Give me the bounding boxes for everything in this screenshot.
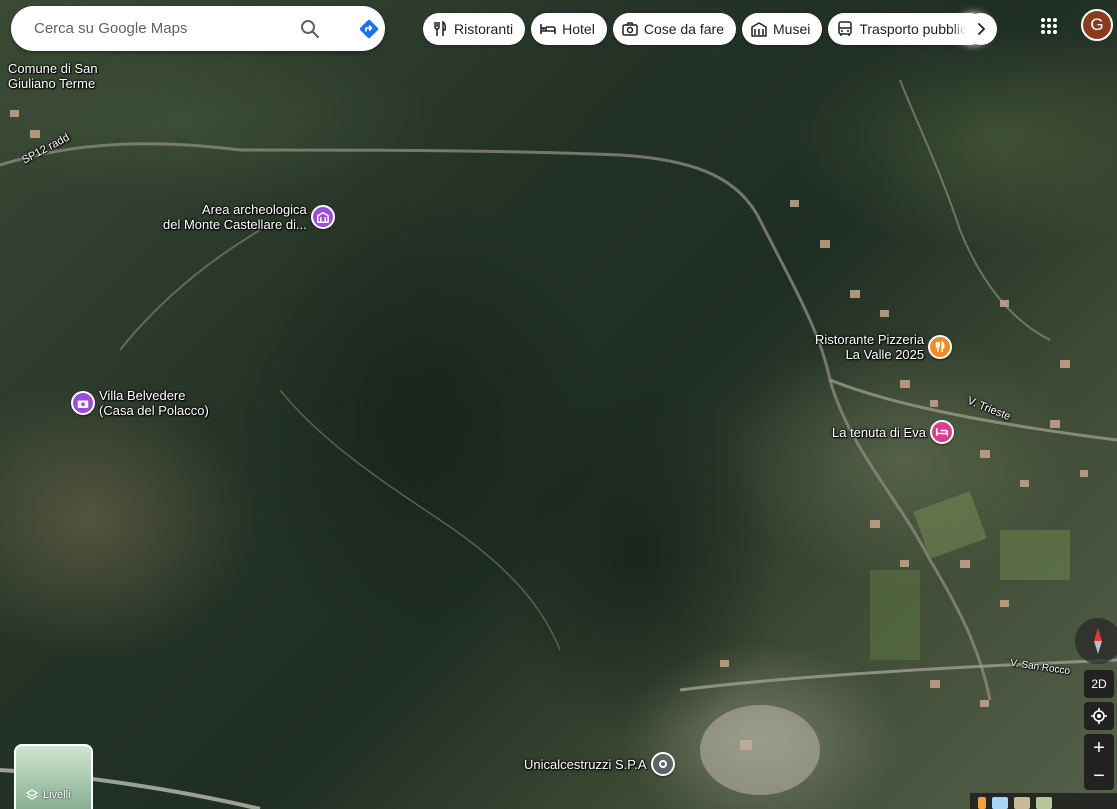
camera-pin-icon[interactable] (71, 391, 95, 415)
map-type-thumb[interactable] (992, 797, 1008, 809)
restaurant-pin-icon[interactable] (928, 335, 953, 359)
map-type-thumb[interactable] (1014, 797, 1030, 809)
place-area-archeologica[interactable]: Area archeologica del Monte Castellare d… (163, 202, 335, 232)
layers-button[interactable]: Livelli (14, 744, 93, 809)
chip-trasporto-pubblico[interactable]: Trasporto pubblico (828, 13, 987, 45)
layers-icon (26, 789, 38, 800)
chevron-right-icon (978, 23, 986, 35)
avatar-initial: G (1090, 15, 1104, 34)
chip-cose-da-fare[interactable]: Cose da fare (612, 13, 736, 45)
place-label: Villa Belvedere (Casa del Polacco) (99, 388, 209, 418)
chip-label: Trasporto pubblico (859, 21, 975, 37)
place-ristorante-la-valle[interactable]: Ristorante Pizzeria La Valle 2025 (815, 332, 953, 362)
fork-knife-icon (432, 21, 448, 37)
camera-icon (622, 21, 638, 37)
apps-grid-icon[interactable] (1036, 13, 1062, 39)
my-location-button[interactable] (1084, 702, 1114, 730)
chip-label: Cose da fare (643, 21, 724, 37)
bed-icon (540, 21, 556, 37)
search-box[interactable] (11, 6, 385, 51)
bottom-toolbar (970, 793, 1117, 809)
place-unicalcestruzzi[interactable]: Unicalcestruzzi S.P.A (524, 752, 675, 776)
view-mode-toggle[interactable]: 2D (1084, 670, 1114, 698)
museum-icon (751, 21, 767, 37)
account-avatar[interactable]: G (1081, 9, 1113, 41)
label-line: Area archeologica (202, 202, 307, 217)
compass-icon[interactable] (1075, 618, 1117, 664)
place-label: Comune di San Giuliano Terme (8, 61, 98, 91)
place-comune-san-giuliano[interactable]: Comune di San Giuliano Terme (8, 61, 98, 91)
search-input[interactable] (34, 20, 284, 37)
map-type-thumb[interactable] (1036, 797, 1052, 809)
place-tenuta-di-eva[interactable]: La tenuta di Eva (832, 420, 954, 444)
zoom-controls: + − (1084, 734, 1114, 790)
layers-label-group: Livelli (26, 789, 71, 801)
label-line: del Monte Castellare di... (163, 217, 307, 232)
crosshair-icon (1091, 708, 1107, 724)
hotel-pin-icon[interactable] (929, 420, 954, 444)
chip-label: Ristoranti (454, 21, 514, 37)
label-line: Giuliano Terme (8, 76, 96, 91)
place-label: Ristorante Pizzeria La Valle 2025 (815, 332, 924, 362)
place-label: Unicalcestruzzi S.P.A (524, 756, 647, 772)
label-line: Comune di San (8, 61, 98, 76)
place-villa-belvedere[interactable]: Villa Belvedere (Casa del Polacco) (71, 388, 209, 418)
category-chips: Ristoranti Hotel Cose da fare Musei Tras… (423, 13, 987, 45)
pegman-icon[interactable] (978, 797, 986, 809)
bus-icon (837, 21, 853, 37)
chip-ristoranti[interactable]: Ristoranti (423, 13, 526, 45)
layers-label: Livelli (43, 789, 71, 801)
place-pin-icon[interactable] (650, 752, 675, 776)
label-line: Villa Belvedere (99, 388, 186, 403)
chips-next-button[interactable] (965, 13, 997, 45)
zoom-in-button[interactable]: + (1084, 734, 1114, 762)
label-line: (Casa del Polacco) (99, 403, 209, 418)
place-label: La tenuta di Eva (832, 424, 926, 440)
chip-musei[interactable]: Musei (742, 13, 823, 45)
place-label: Area archeologica del Monte Castellare d… (163, 202, 307, 232)
chip-hotel[interactable]: Hotel (531, 13, 607, 45)
label-line: Ristorante Pizzeria (815, 332, 925, 347)
search-icon[interactable] (297, 16, 323, 42)
museum-pin-icon[interactable] (310, 205, 335, 229)
directions-icon[interactable] (356, 16, 382, 42)
chip-label: Musei (773, 21, 811, 37)
label-line: La Valle 2025 (845, 347, 925, 362)
chip-label: Hotel (562, 21, 595, 37)
zoom-out-button[interactable]: − (1084, 762, 1114, 790)
